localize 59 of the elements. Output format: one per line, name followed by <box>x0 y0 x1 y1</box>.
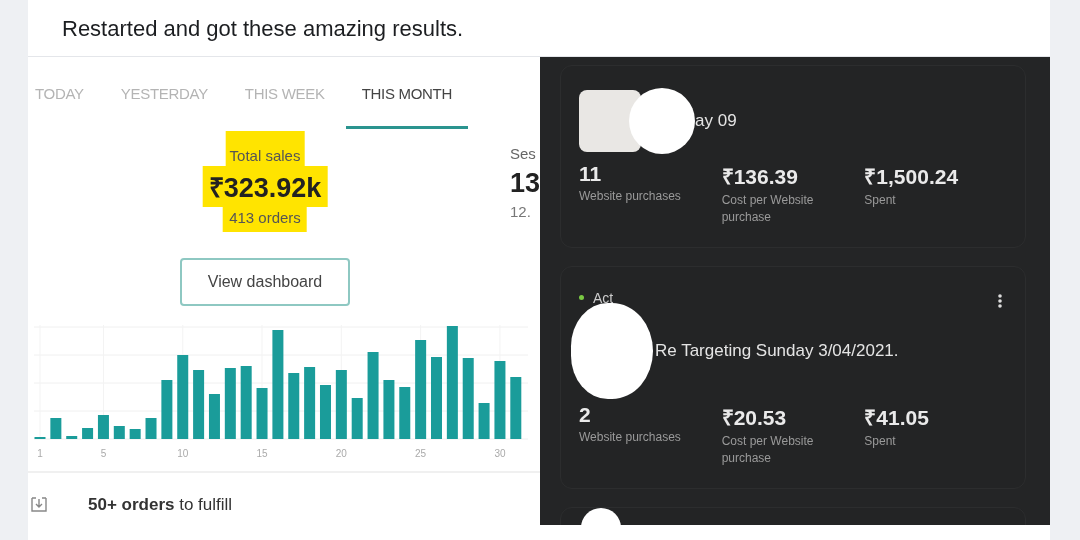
status-dot <box>579 295 584 301</box>
chart-bar <box>129 429 141 439</box>
stat-label: Total sales <box>225 131 305 166</box>
download-icon <box>30 497 48 513</box>
chart-bar <box>161 380 173 439</box>
period-tab[interactable]: YESTERDAY <box>120 57 208 129</box>
metric-value: 2 <box>579 402 592 427</box>
post-caption: Restarted and got these amazing results. <box>61 15 465 43</box>
chart-bar <box>320 385 331 439</box>
stat-label: Ses <box>510 144 536 164</box>
orders-task-text: 50+ orders to fulfill <box>88 495 233 515</box>
metric-label: Spent <box>864 432 897 450</box>
metric-label: Cost per Website purchase <box>721 432 815 468</box>
metric-value: ₹41.05 <box>864 404 930 431</box>
view-dashboard-button[interactable]: View dashboard <box>180 258 350 306</box>
chart-bar <box>82 428 94 439</box>
metric-value: ₹1,500.24 <box>864 164 960 190</box>
campaign-title: Re Targeting Sunday 3/04/2021. <box>655 340 899 361</box>
campaign-title: ay 09 <box>695 111 737 131</box>
chart-bar <box>510 377 522 439</box>
period-tab[interactable]: THIS MONTH <box>345 57 468 129</box>
stat-value: 13 <box>510 167 540 200</box>
axis-label: 5 <box>100 448 107 459</box>
axis-label: 30 <box>494 448 506 459</box>
metric-value: 11 <box>579 162 603 186</box>
chart-bar <box>224 368 236 439</box>
chart-bar <box>50 418 62 439</box>
chart-bar <box>351 398 363 439</box>
metric-value: ₹20.53 <box>721 404 788 431</box>
metric-label: Cost per Website purchase <box>721 192 815 227</box>
more-menu-icon[interactable] <box>997 292 1003 309</box>
chart-bar <box>399 387 411 439</box>
chart-bar <box>66 436 78 439</box>
chart-bar <box>145 418 157 439</box>
chart-bar <box>97 415 109 439</box>
axis-label: 10 <box>177 448 189 459</box>
chart-bar <box>304 367 316 439</box>
metric-label: Spent <box>864 192 897 209</box>
axis-label: 20 <box>335 448 347 459</box>
stat-detail: 413 orders <box>223 207 307 232</box>
axis-label: 15 <box>256 448 268 459</box>
axis-label: 1 <box>37 448 43 459</box>
chart-bar <box>335 370 347 439</box>
metric-label: Website purchases <box>579 188 682 205</box>
chart-bar <box>113 426 125 439</box>
campaign-status: Act <box>593 289 614 306</box>
axis-label: 25 <box>415 448 427 459</box>
chart-bar <box>256 388 268 439</box>
chart-bar <box>478 403 490 439</box>
metric-value: ₹136.39 <box>721 164 799 190</box>
chart-bar <box>288 373 300 439</box>
stat-value: ₹323.92k <box>202 166 328 207</box>
chart-bar <box>193 370 205 439</box>
metric-label: Website purchases <box>579 428 682 446</box>
stat-detail: 12. <box>510 202 531 222</box>
chart-bar <box>383 380 395 439</box>
chart-bar <box>208 394 220 439</box>
period-tab[interactable]: THIS WEEK <box>244 57 325 129</box>
period-tab[interactable]: TODAY <box>35 57 84 129</box>
